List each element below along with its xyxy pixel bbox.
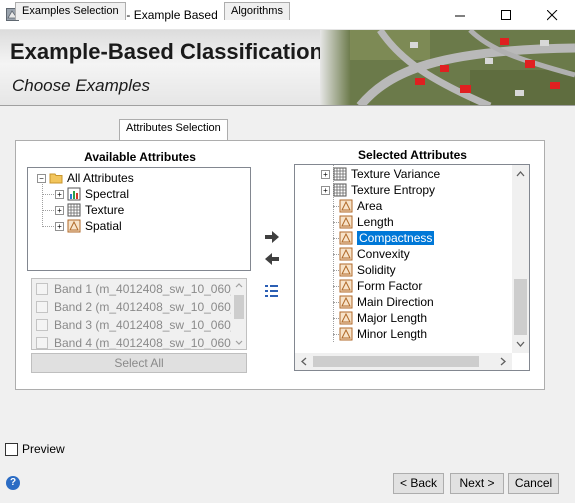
- expand-icon[interactable]: +: [55, 205, 64, 215]
- selected-item[interactable]: Minor Length: [339, 326, 427, 342]
- tree-item-spatial[interactable]: + Spatial: [55, 218, 122, 234]
- select-all-button: Select All: [31, 353, 247, 373]
- minimize-button[interactable]: [437, 0, 483, 30]
- tab-algorithms[interactable]: Algorithms: [224, 2, 290, 20]
- selected-item[interactable]: + Texture Entropy: [321, 182, 435, 198]
- tree-item-texture[interactable]: + Texture: [55, 202, 124, 218]
- cancel-button[interactable]: Cancel: [508, 473, 559, 494]
- selected-item[interactable]: Convexity: [339, 246, 410, 262]
- band-row: Band 4 (m_4012408_sw_10_060_202: [36, 334, 246, 349]
- selected-attributes-header: Selected Attributes: [358, 148, 467, 162]
- selected-item[interactable]: Area: [339, 198, 382, 214]
- remove-attribute-arrow-icon[interactable]: [263, 252, 281, 266]
- texture-icon: [67, 203, 81, 217]
- band-list: Band 1 (m_4012408_sw_10_060_202 Band 2 (…: [31, 278, 247, 350]
- next-button[interactable]: Next >: [450, 473, 504, 494]
- list-view-icon[interactable]: [263, 284, 281, 298]
- selected-item[interactable]: Form Factor: [339, 278, 422, 294]
- spatial-icon: [339, 279, 353, 293]
- preview-checkbox[interactable]: [5, 442, 18, 456]
- minimize-icon: [454, 15, 465, 16]
- tab-attributes-selection[interactable]: Attributes Selection: [119, 119, 228, 140]
- close-icon: [546, 9, 557, 20]
- spatial-icon: [339, 215, 353, 229]
- folder-icon: [49, 173, 63, 184]
- preview-toggle[interactable]: Preview: [5, 442, 65, 456]
- band-row: Band 1 (m_4012408_sw_10_060_202: [36, 280, 246, 298]
- spatial-icon: [67, 219, 81, 233]
- spatial-icon: [339, 311, 353, 325]
- spatial-icon: [339, 327, 353, 341]
- add-attribute-arrow-icon[interactable]: [263, 230, 281, 244]
- selected-item[interactable]: Main Direction: [339, 294, 434, 310]
- texture-icon: [333, 167, 347, 181]
- band-checkbox: [36, 301, 48, 313]
- header-banner: Example-Based Classification Choose Exam…: [0, 30, 575, 106]
- spectral-icon: [67, 187, 81, 201]
- expand-icon[interactable]: +: [321, 169, 330, 179]
- expand-icon[interactable]: +: [321, 185, 330, 195]
- tree-item-spectral[interactable]: + Spectral: [55, 186, 129, 202]
- back-button[interactable]: < Back: [393, 473, 444, 494]
- maximize-icon: [500, 9, 511, 20]
- selected-list-horizontal-scrollbar[interactable]: [295, 353, 512, 370]
- help-icon[interactable]: ?: [6, 476, 20, 490]
- banner-subtitle: Choose Examples: [12, 76, 150, 95]
- band-row: Band 2 (m_4012408_sw_10_060_202: [36, 298, 246, 316]
- maximize-button[interactable]: [483, 0, 529, 30]
- selected-item[interactable]: Major Length: [339, 310, 427, 326]
- band-checkbox: [36, 319, 48, 331]
- spatial-icon: [339, 263, 353, 277]
- tab-examples-selection[interactable]: Examples Selection: [15, 2, 126, 20]
- available-attributes-header: Available Attributes: [84, 150, 196, 164]
- spatial-icon: [339, 295, 353, 309]
- spatial-icon: [339, 247, 353, 261]
- expand-icon[interactable]: +: [55, 189, 64, 199]
- selected-list-vertical-scrollbar[interactable]: [512, 165, 529, 353]
- expand-icon[interactable]: +: [55, 221, 64, 231]
- selected-attributes-tree[interactable]: + Texture Variance + Texture Entropy Are…: [294, 164, 530, 371]
- selected-item[interactable]: Length: [339, 214, 394, 230]
- close-button[interactable]: [529, 0, 575, 30]
- band-checkbox: [36, 283, 48, 295]
- available-attributes-tree[interactable]: − All Attributes + Spectral + Texture + …: [27, 167, 251, 271]
- band-row: Band 3 (m_4012408_sw_10_060_202: [36, 316, 246, 334]
- band-list-scrollbar: [231, 279, 246, 349]
- collapse-icon[interactable]: −: [37, 173, 46, 183]
- spatial-icon: [339, 199, 353, 213]
- texture-icon: [333, 183, 347, 197]
- selected-item[interactable]: + Texture Variance: [321, 166, 440, 182]
- preview-label: Preview: [22, 442, 65, 456]
- band-checkbox: [36, 337, 48, 349]
- spatial-icon: [339, 231, 353, 245]
- selected-item[interactable]: Solidity: [339, 262, 396, 278]
- tree-item-all-attributes[interactable]: − All Attributes: [37, 170, 134, 186]
- aerial-photo-image: [320, 30, 575, 105]
- banner-title: Example-Based Classification: [10, 39, 324, 64]
- selected-item-highlighted[interactable]: Compactness: [339, 230, 435, 246]
